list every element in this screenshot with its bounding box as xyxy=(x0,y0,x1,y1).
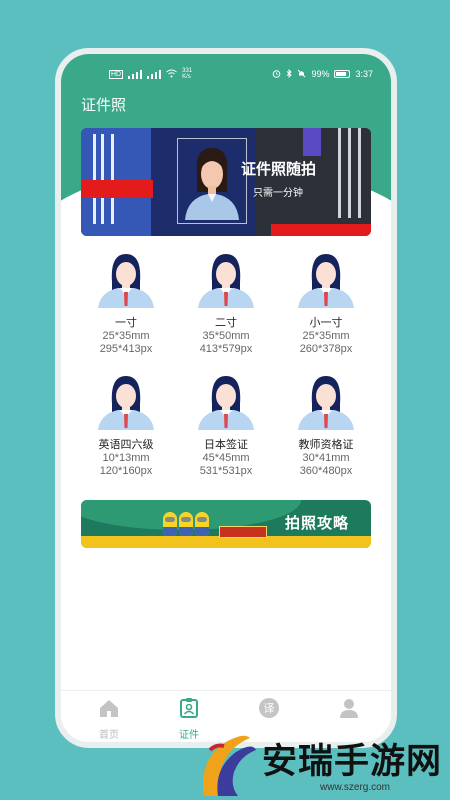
banner-stripe xyxy=(93,134,96,224)
size-card-cet[interactable]: 英语四六级 10*13mm 120*160px xyxy=(78,372,174,478)
size-px: 120*160px xyxy=(99,465,153,477)
avatar-icon xyxy=(198,254,254,308)
size-mm: 45*45mm xyxy=(202,452,250,464)
photo-guide-banner[interactable]: 拍照攻略 xyxy=(81,500,371,548)
size-px: 260*378px xyxy=(299,343,353,355)
size-name: 一寸 xyxy=(115,317,137,329)
size-card-one-inch[interactable]: 一寸 25*35mm 295*413px xyxy=(78,250,174,356)
battery-icon xyxy=(334,70,351,78)
svg-text:译: 译 xyxy=(264,702,275,715)
avatar-icon xyxy=(198,376,254,430)
banner-subtitle: 只需一分钟 xyxy=(253,188,303,199)
minion-icon xyxy=(163,512,177,536)
avatar-icon xyxy=(98,376,154,430)
app-screen: HD 331 K/s 99% 3:37 证件照 证件照随拍 只需一分钟 一寸 2… xyxy=(61,54,391,742)
banner-purple-block xyxy=(303,128,321,156)
avatar-icon xyxy=(98,254,154,308)
size-name: 日本签证 xyxy=(204,439,248,451)
avatar-icon xyxy=(298,254,354,308)
tab-home[interactable]: 首页 xyxy=(79,697,139,741)
size-card-teacher-cert[interactable]: 教师资格证 30*41mm 360*480px xyxy=(278,372,374,478)
bluetooth-icon xyxy=(286,68,293,80)
tab-label: 首页 xyxy=(99,730,119,741)
size-card-two-inch[interactable]: 二寸 35*50mm 413*579px xyxy=(178,250,274,356)
status-bar: HD 331 K/s 99% 3:37 xyxy=(61,66,391,82)
profile-icon xyxy=(340,699,358,718)
size-mm: 25*35mm xyxy=(102,330,150,342)
size-px: 360*480px xyxy=(299,465,353,477)
banner-portrait-image xyxy=(185,148,239,220)
guide-label: 拍照攻略 xyxy=(284,515,349,532)
status-right: 99% 3:37 xyxy=(272,68,373,80)
page-title: 证件照 xyxy=(81,97,127,114)
size-card-japan-visa[interactable]: 日本签证 45*45mm 531*531px xyxy=(178,372,274,478)
guide-red-plate xyxy=(219,526,267,538)
id-photo-icon xyxy=(180,698,198,718)
hero-banner[interactable]: 证件照随拍 只需一分钟 xyxy=(81,128,371,236)
phone-frame: HD 331 K/s 99% 3:37 证件照 证件照随拍 只需一分钟 一寸 2… xyxy=(55,48,397,748)
battery-percent: 99% xyxy=(311,69,330,79)
size-name: 英语四六级 xyxy=(98,439,154,451)
clock: 3:37 xyxy=(355,69,373,79)
minion-icon xyxy=(195,512,209,536)
size-card-small-one-inch[interactable]: 小一寸 25*35mm 260*378px xyxy=(278,250,374,356)
size-mm: 10*13mm xyxy=(102,452,150,464)
network-speed: 331 K/s xyxy=(182,68,193,80)
size-mm: 35*50mm xyxy=(202,330,250,342)
banner-red-bar xyxy=(81,180,153,198)
size-name: 小一寸 xyxy=(309,317,343,329)
hd-icon: HD xyxy=(109,69,124,79)
banner-title: 证件照随拍 xyxy=(241,161,317,178)
banner-bar xyxy=(338,128,341,218)
home-icon xyxy=(100,700,118,717)
avatar-icon xyxy=(298,376,354,430)
size-name: 教师资格证 xyxy=(298,439,354,451)
minion-icon xyxy=(179,512,193,536)
translate-icon: 译 xyxy=(259,698,279,718)
size-mm: 30*41mm xyxy=(302,452,350,464)
watermark-url: www.szerg.com xyxy=(320,782,391,793)
banner-bar xyxy=(348,128,351,218)
size-px: 295*413px xyxy=(99,343,153,355)
alarm-icon xyxy=(272,69,281,80)
signal-icon xyxy=(128,69,143,79)
size-mm: 25*35mm xyxy=(302,330,350,342)
size-px: 413*579px xyxy=(199,343,253,355)
signal-2-icon xyxy=(147,69,162,79)
wifi-icon xyxy=(166,69,177,80)
mute-icon xyxy=(297,69,306,80)
banner-stripe xyxy=(111,134,114,224)
status-left: HD 331 K/s xyxy=(109,68,196,80)
watermark-text: 安瑞手游网 xyxy=(262,742,443,782)
banner-stripe xyxy=(101,134,104,224)
banner-bar xyxy=(358,128,361,218)
size-px: 531*531px xyxy=(199,465,253,477)
size-name: 二寸 xyxy=(215,317,237,329)
banner-red-strip xyxy=(271,224,371,236)
